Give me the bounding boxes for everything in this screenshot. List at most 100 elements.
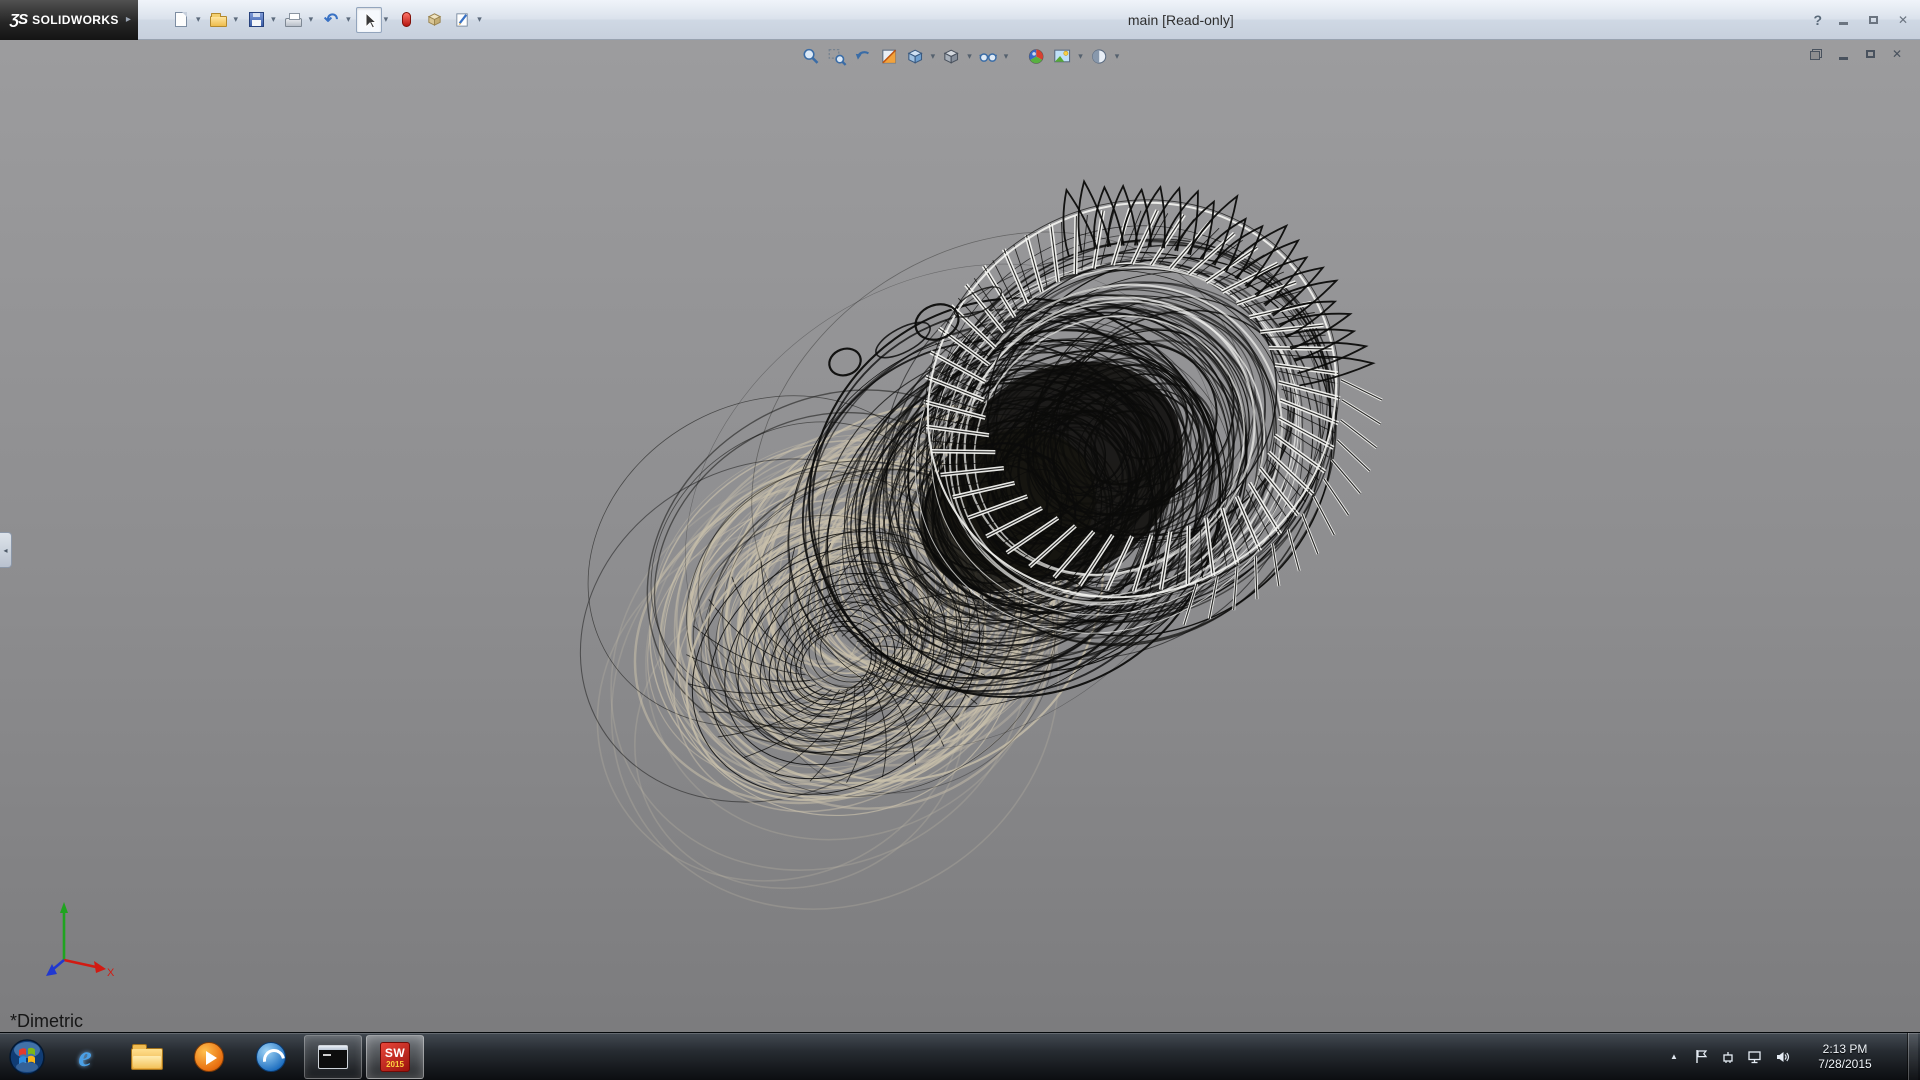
taskbar-media-player[interactable]	[180, 1035, 238, 1079]
view-orientation-label: *Dimetric	[10, 1011, 83, 1032]
toolbar-expand-chevron-icon[interactable]: ▸	[126, 14, 131, 25]
action-center-flag-button[interactable]	[1693, 1047, 1709, 1067]
select-pointer-caret[interactable]: ▾	[384, 14, 389, 25]
clock-time: 2:13 PM	[1801, 1042, 1889, 1057]
hide-show-glasses-icon	[978, 47, 997, 66]
help-button[interactable]: ?	[1813, 12, 1822, 28]
clock-date: 7/28/2015	[1801, 1057, 1889, 1072]
triad-y-arrowhead	[60, 902, 68, 913]
feature-panel-expand-tab[interactable]: ◂	[0, 532, 12, 568]
document-window-controls: ✕	[1807, 46, 1906, 62]
restore-icon	[1869, 16, 1878, 24]
open-caret[interactable]: ▾	[234, 14, 239, 25]
save-button[interactable]	[243, 7, 269, 33]
apply-scene-caret[interactable]: ▾	[1078, 51, 1083, 62]
new-document-button[interactable]	[168, 7, 194, 33]
titlebar-controls: ? ✕	[1813, 0, 1912, 40]
print-caret[interactable]: ▾	[309, 14, 314, 25]
solidworks-window: ƷS SOLIDWORKS ▸ ▾ ▾ ▾ ▾ ↶ ▾ ▾	[0, 0, 1920, 1080]
rebuild-icon	[402, 12, 411, 27]
titlebar: ƷS SOLIDWORKS ▸ ▾ ▾ ▾ ▾ ↶ ▾ ▾	[0, 0, 1920, 40]
open-button[interactable]	[206, 7, 232, 33]
undo-caret[interactable]: ▾	[346, 14, 351, 25]
solidworks-logo: ƷS SOLIDWORKS ▸	[0, 0, 138, 40]
taskbar-messenger[interactable]	[242, 1035, 300, 1079]
zoom-to-fit-button[interactable]	[800, 45, 822, 67]
display-style-cube-icon	[942, 47, 961, 66]
restore-document-icon	[1866, 50, 1875, 58]
taskbar-file-explorer[interactable]	[118, 1035, 176, 1079]
undo-button[interactable]: ↶	[318, 7, 344, 33]
triad-x-label: X	[107, 967, 115, 979]
minimize-document-button[interactable]	[1834, 46, 1852, 62]
taskbar: e SW 2015 ▲	[0, 1032, 1920, 1080]
graphics-viewport[interactable]: ▾ ▾ ▾	[0, 40, 1920, 1032]
cascade-windows-icon	[1810, 49, 1822, 60]
triad-x-axis	[64, 960, 96, 967]
make-drawing-cube-icon	[426, 11, 443, 28]
make-drawing-button[interactable]	[421, 7, 447, 33]
edit-appearance-button[interactable]	[1025, 45, 1047, 67]
view-orientation-cube-icon	[905, 47, 924, 66]
messenger-icon	[256, 1042, 286, 1072]
network-button[interactable]	[1747, 1047, 1763, 1067]
cascade-document-button[interactable]	[1807, 46, 1825, 62]
taskbar-internet-explorer[interactable]: e	[56, 1035, 114, 1079]
sketch-button[interactable]	[449, 7, 475, 33]
sketch-pencil-icon	[454, 11, 471, 28]
close-window-button[interactable]: ✕	[1894, 12, 1912, 28]
taskbar-clock[interactable]: 2:13 PM 7/28/2015	[1801, 1042, 1889, 1072]
media-player-icon	[194, 1042, 224, 1072]
print-icon	[285, 18, 302, 27]
new-document-caret[interactable]: ▾	[196, 14, 201, 25]
start-button[interactable]	[0, 1033, 54, 1080]
window-title: main [Read-only]	[1128, 0, 1234, 40]
select-pointer-button[interactable]	[356, 7, 382, 33]
sketch-caret[interactable]: ▾	[477, 14, 482, 25]
restore-window-button[interactable]	[1864, 12, 1882, 28]
taskbar-command-prompt[interactable]	[304, 1035, 362, 1079]
taskbar-solidworks[interactable]: SW 2015	[366, 1035, 424, 1079]
file-explorer-folder-icon	[131, 1048, 163, 1070]
system-tray: ▲	[1666, 1033, 1920, 1080]
save-caret[interactable]: ▾	[271, 14, 276, 25]
minimize-window-button[interactable]	[1834, 12, 1852, 28]
new-document-icon	[175, 12, 187, 27]
undo-icon: ↶	[324, 11, 338, 28]
close-document-button[interactable]: ✕	[1888, 46, 1906, 62]
previous-view-button[interactable]	[852, 45, 874, 67]
windows-start-orb-icon	[8, 1038, 46, 1076]
engine-wireframe-model	[0, 40, 1920, 1032]
open-folder-icon	[210, 16, 227, 27]
rebuild-button[interactable]	[393, 7, 419, 33]
section-view-button[interactable]	[878, 45, 900, 67]
view-settings-icon	[1089, 47, 1108, 66]
view-orientation-button[interactable]	[904, 45, 926, 67]
main-toolbar: ▾ ▾ ▾ ▾ ↶ ▾ ▾	[168, 7, 485, 33]
hidden-icons-button[interactable]: ▲	[1666, 1047, 1682, 1067]
action-center-flag-icon	[1695, 1049, 1708, 1064]
hide-show-items-button[interactable]	[977, 45, 999, 67]
apply-scene-button[interactable]	[1051, 45, 1073, 67]
removable-device-button[interactable]	[1720, 1047, 1736, 1067]
previous-view-icon	[853, 47, 872, 66]
solidworks-icon-text: SW	[381, 1046, 409, 1060]
minimize-icon	[1839, 22, 1848, 25]
display-style-caret[interactable]: ▾	[967, 51, 972, 62]
print-button[interactable]	[281, 7, 307, 33]
save-floppy-icon	[249, 12, 264, 27]
view-settings-caret[interactable]: ▾	[1115, 51, 1120, 62]
view-settings-button[interactable]	[1088, 45, 1110, 67]
volume-button[interactable]	[1774, 1047, 1790, 1067]
triad-x-arrowhead	[94, 961, 106, 973]
show-desktop-button[interactable]	[1907, 1033, 1918, 1080]
volume-icon	[1775, 1050, 1790, 1064]
reference-triad: X	[22, 898, 118, 988]
display-style-button[interactable]	[940, 45, 962, 67]
view-orientation-caret[interactable]: ▾	[931, 51, 936, 62]
restore-document-button[interactable]	[1861, 46, 1879, 62]
hide-show-items-caret[interactable]: ▾	[1004, 51, 1009, 62]
edit-appearance-ball-icon	[1027, 47, 1046, 66]
zoom-to-area-button[interactable]	[826, 45, 848, 67]
minimize-document-icon	[1839, 57, 1848, 60]
